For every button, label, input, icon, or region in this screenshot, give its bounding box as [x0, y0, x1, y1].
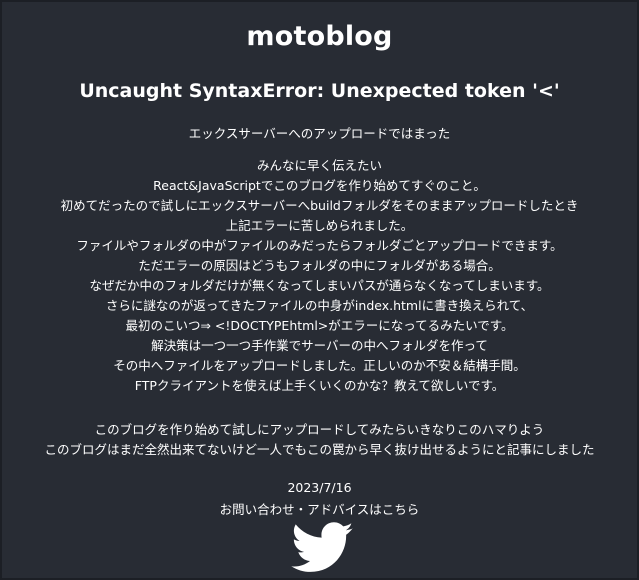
- body-line: React&JavaScriptでこのブログを作り始めてすぐのこと。: [153, 178, 486, 193]
- closing-line: このブログを作り始めて試しにアップロードしてみたらいきなりこのハマりよう: [94, 422, 545, 437]
- body-line: 最初のこいつ⇒ <!DOCTYPEhtml>がエラーになってるみたいです。: [125, 318, 514, 333]
- page: motoblog Uncaught SyntaxError: Unexpecte…: [0, 0, 639, 580]
- post-closing: このブログを作り始めて試しにアップロードしてみたらいきなりこのハマりよう このブ…: [2, 420, 637, 460]
- contact-link[interactable]: お問い合わせ・アドバイスはこちら: [2, 499, 637, 518]
- post-date: 2023/7/16: [287, 480, 352, 495]
- body-line: なぜだか中のフォルダだけが無くなってしまいパスが通らなくなってしまいます。: [89, 278, 550, 293]
- body-line: 上記エラーに苦しめられました。: [225, 218, 414, 233]
- body-line: ファイルやフォルダの中がファイルのみだったらフォルダごとアップロードできます。: [76, 238, 563, 253]
- body-line: その中へファイルをアップロードしました。正しいのか不安＆結構手間。: [113, 358, 526, 373]
- body-line: FTPクライアントを使えば上手くいくのかな？教えて欲しいです。: [134, 378, 505, 393]
- body-line: 初めてだったので試しにエックスサーバーへbuildフォルダをそのままアップロード…: [60, 198, 579, 213]
- site-title[interactable]: motoblog: [2, 21, 637, 52]
- body-line: 解決策は一つ一つ手作業でサーバーの中へフォルダを作って: [151, 338, 488, 353]
- twitter-link[interactable]: [291, 522, 355, 574]
- post-title: Uncaught SyntaxError: Unexpected token '…: [79, 80, 560, 102]
- body-line: ただエラーの原因はどうもフォルダの中にフォルダがある場合。: [138, 258, 501, 273]
- body-line: みんなに早く伝えたい: [256, 158, 382, 173]
- post-body: みんなに早く伝えたい React&JavaScriptでこのブログを作り始めてす…: [2, 156, 637, 396]
- twitter-bird-icon: [291, 522, 355, 578]
- body-line: さらに謎なのが返ってきたファイルの中身がindex.htmlに書き換えられて、: [105, 298, 534, 313]
- post-subtitle: エックスサーバーへのアップロードではまった: [188, 126, 451, 141]
- closing-line: このブログはまだ全然出来てないけど一人でもこの罠から早く抜け出せるようにと記事に…: [44, 442, 595, 457]
